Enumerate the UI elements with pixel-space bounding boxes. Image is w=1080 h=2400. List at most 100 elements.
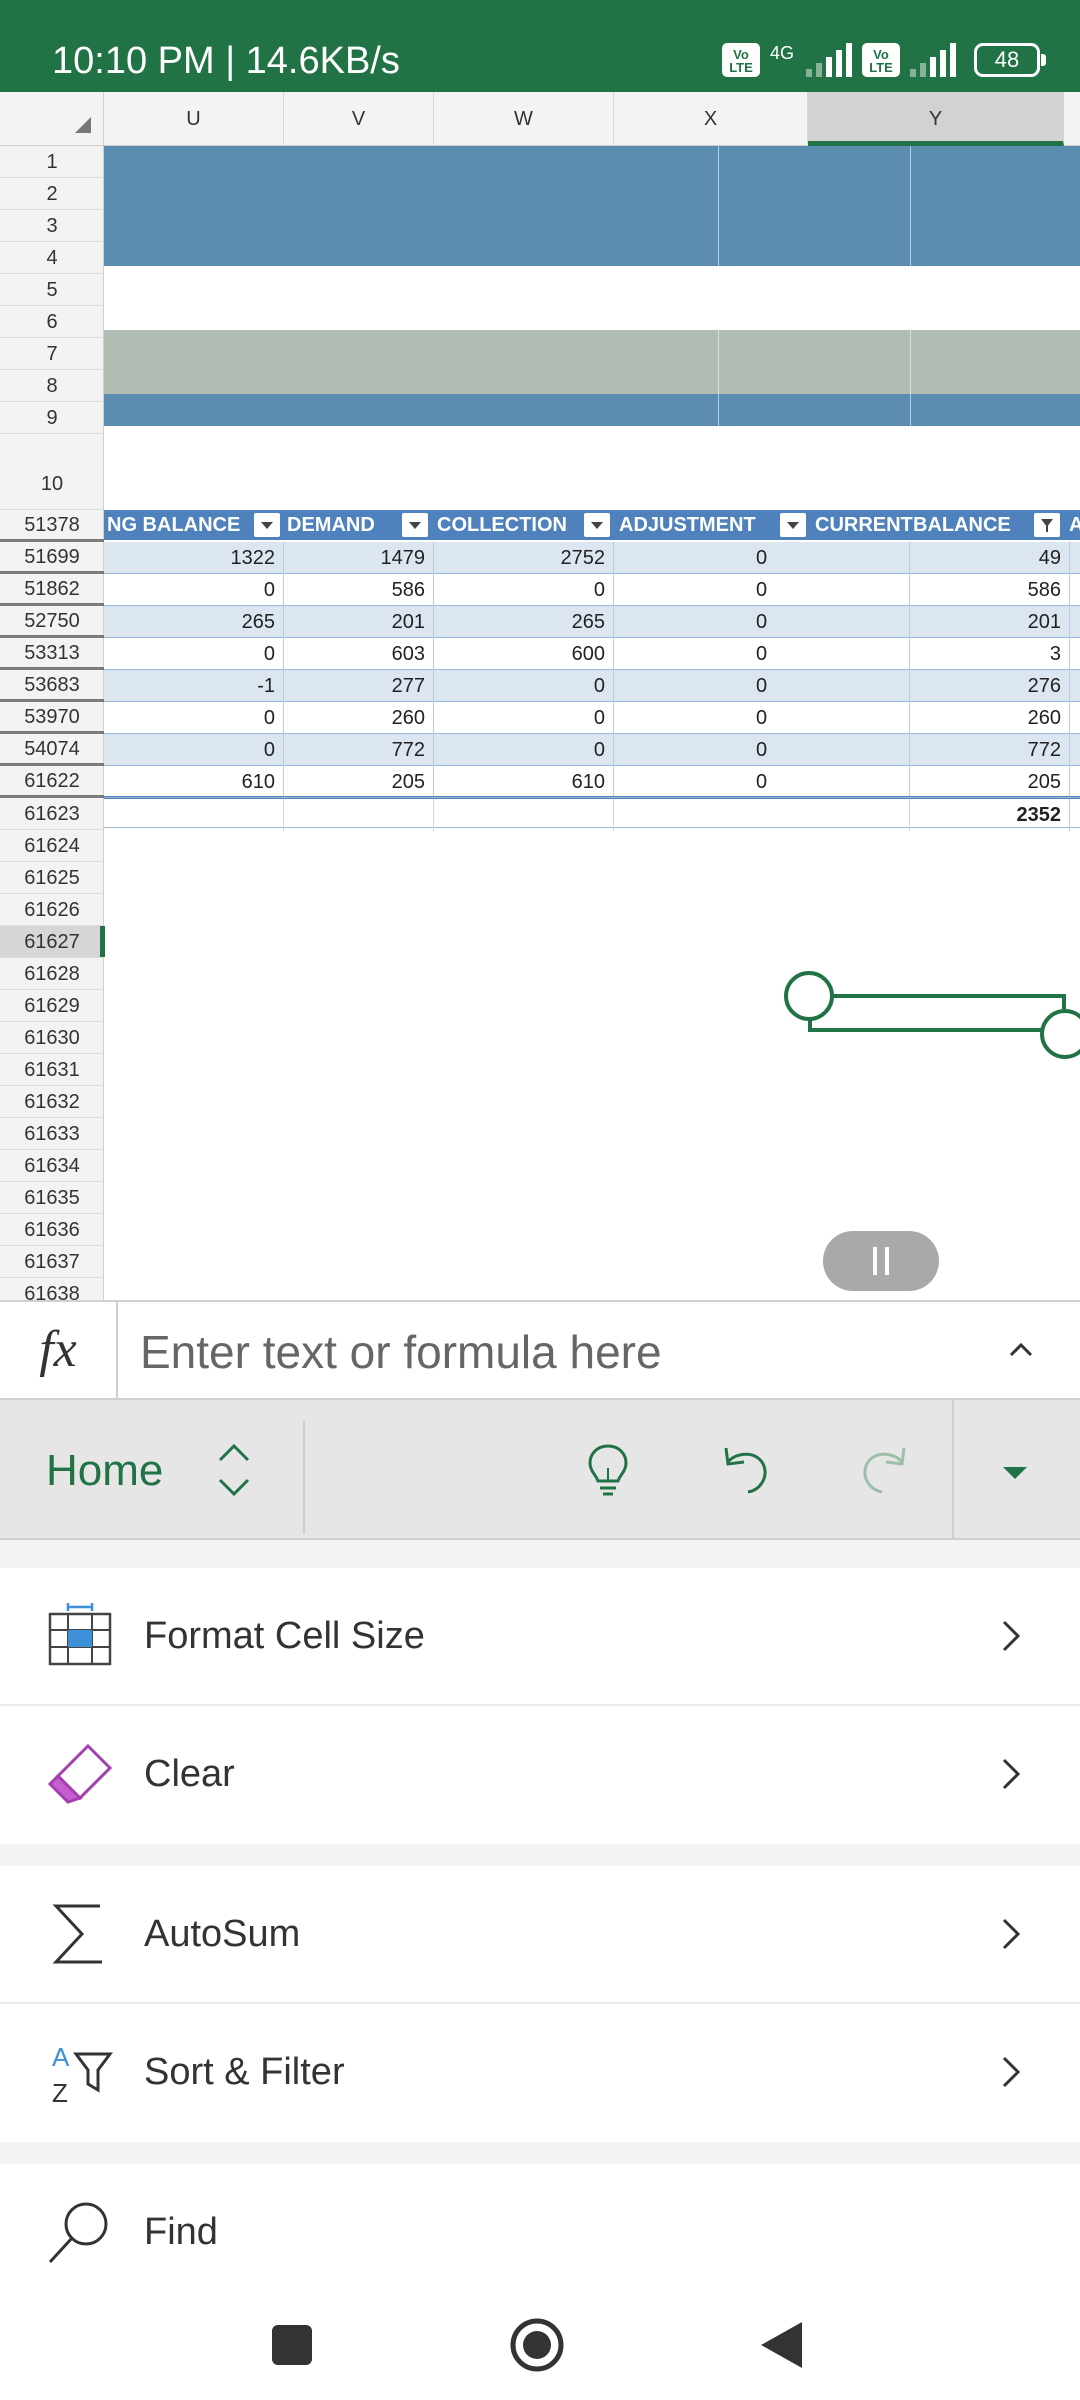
table-cell[interactable]: 0 [434, 574, 614, 606]
row-header[interactable]: 61625 [0, 862, 104, 894]
row-header[interactable]: 61623 [0, 798, 104, 830]
redo-icon[interactable] [852, 1438, 916, 1502]
row-header[interactable]: 51862 [0, 574, 104, 606]
row-header[interactable]: 61622 [0, 766, 104, 798]
table-total-row[interactable]: 2352 [104, 796, 1080, 831]
undo-icon[interactable] [714, 1438, 778, 1502]
table-cell[interactable]: 1479 [284, 542, 434, 574]
home-button[interactable] [502, 2310, 572, 2380]
row-header[interactable]: 61632 [0, 1086, 104, 1118]
row-header[interactable]: 9 [0, 402, 104, 434]
total-value-cell[interactable]: 2352 [910, 799, 1070, 831]
table-row[interactable]: 0 603 600 0 3 [104, 638, 1080, 670]
table-cell[interactable]: 1322 [104, 542, 284, 574]
cell-area[interactable]: NG BALANCE DEMAND COLLECTION ADJUSTMENT … [104, 146, 1080, 1300]
table-cell[interactable]: 0 [614, 638, 910, 670]
table-row[interactable]: 1322 1479 2752 0 49 [104, 542, 1080, 574]
table-cell[interactable]: 205 [910, 766, 1070, 798]
chevron-up-icon[interactable] [1005, 1334, 1037, 1366]
table-cell[interactable]: 610 [434, 766, 614, 798]
table-cell[interactable]: 0 [104, 702, 284, 734]
table-cell[interactable]: 3 [910, 638, 1070, 670]
row-header[interactable]: 51378 [0, 510, 104, 542]
row-header[interactable]: 10 [0, 434, 104, 510]
row-header[interactable]: 7 [0, 338, 104, 370]
row-header[interactable]: 61636 [0, 1214, 104, 1246]
table-cell[interactable]: 0 [614, 766, 910, 798]
row-header[interactable]: 52750 [0, 606, 104, 638]
column-header-y[interactable]: Y [808, 92, 1064, 146]
table-cell[interactable] [284, 799, 434, 831]
table-cell[interactable]: 0 [104, 734, 284, 766]
column-header-u[interactable]: U [104, 92, 284, 146]
row-header[interactable]: 2 [0, 178, 104, 210]
table-cell[interactable]: 205 [284, 766, 434, 798]
row-header[interactable]: 61624 [0, 830, 104, 862]
row-header[interactable]: 61634 [0, 1150, 104, 1182]
table-cell[interactable]: -1 [104, 670, 284, 702]
row-header[interactable]: 61635 [0, 1182, 104, 1214]
table-row[interactable]: 265 201 265 0 201 [104, 606, 1080, 638]
table-cell[interactable]: 610 [104, 766, 284, 798]
table-cell[interactable]: 265 [434, 606, 614, 638]
table-cell[interactable]: 201 [910, 606, 1070, 638]
row-header[interactable]: 61633 [0, 1118, 104, 1150]
column-header-v[interactable]: V [284, 92, 434, 146]
table-cell[interactable]: 201 [284, 606, 434, 638]
column-header-w[interactable]: W [434, 92, 614, 146]
filter-dropdown-button[interactable] [584, 513, 610, 537]
table-cell[interactable]: 772 [284, 734, 434, 766]
row-header[interactable]: 53970 [0, 702, 104, 734]
lightbulb-icon[interactable] [576, 1438, 640, 1502]
table-cell[interactable]: 0 [614, 734, 910, 766]
row-header[interactable]: 1 [0, 146, 104, 178]
table-cell[interactable] [104, 799, 284, 831]
menu-item-clear[interactable]: Clear [0, 1706, 1080, 1842]
table-cell[interactable]: 265 [104, 606, 284, 638]
table-cell[interactable] [614, 799, 910, 831]
table-cell[interactable]: 49 [910, 542, 1070, 574]
table-cell[interactable] [434, 799, 614, 831]
scroll-handle[interactable] [823, 1231, 939, 1291]
spreadsheet-grid[interactable]: U V W X Y 1 2 3 4 5 6 7 8 9 10 51378 516… [0, 92, 1080, 1300]
filter-dropdown-button[interactable] [780, 513, 806, 537]
table-row[interactable]: 0 260 0 0 260 [104, 702, 1080, 734]
back-button[interactable] [747, 2310, 817, 2380]
table-cell[interactable]: 2752 [434, 542, 614, 574]
fx-icon[interactable]: fx [0, 1302, 118, 1400]
table-cell[interactable]: 260 [284, 702, 434, 734]
tab-switcher-icon[interactable] [212, 1438, 256, 1502]
row-header[interactable]: 5 [0, 274, 104, 306]
table-cell[interactable]: 586 [284, 574, 434, 606]
table-cell[interactable]: 0 [614, 702, 910, 734]
formula-input[interactable] [140, 1322, 940, 1382]
ribbon-tab-home[interactable]: Home [46, 1436, 163, 1506]
row-header[interactable]: 54074 [0, 734, 104, 766]
row-header[interactable]: 61626 [0, 894, 104, 926]
filter-active-button[interactable] [1034, 513, 1060, 537]
row-header[interactable]: 53313 [0, 638, 104, 670]
active-cell-selection[interactable] [808, 994, 1066, 1032]
row-header[interactable]: 4 [0, 242, 104, 274]
table-row[interactable]: 610 205 610 0 205 [104, 766, 1080, 798]
row-header[interactable]: 53683 [0, 670, 104, 702]
row-header[interactable]: 61631 [0, 1054, 104, 1086]
table-cell[interactable]: 586 [910, 574, 1070, 606]
table-cell[interactable]: 0 [104, 638, 284, 670]
table-cell[interactable]: 603 [284, 638, 434, 670]
table-cell[interactable]: 0 [614, 542, 910, 574]
table-cell[interactable]: 0 [434, 734, 614, 766]
table-cell[interactable]: 260 [910, 702, 1070, 734]
column-header-x[interactable]: X [614, 92, 808, 146]
row-header[interactable]: 3 [0, 210, 104, 242]
row-header[interactable]: 61637 [0, 1246, 104, 1278]
table-row[interactable]: -1 277 0 0 276 [104, 670, 1080, 702]
table-cell[interactable]: 0 [614, 574, 910, 606]
row-header[interactable]: 51699 [0, 542, 104, 574]
recents-button[interactable] [257, 2310, 327, 2380]
table-cell[interactable]: 0 [434, 670, 614, 702]
table-row[interactable]: 0 586 0 0 586 [104, 574, 1080, 606]
table-cell[interactable]: 0 [614, 670, 910, 702]
table-cell[interactable]: 277 [284, 670, 434, 702]
row-header[interactable]: 61629 [0, 990, 104, 1022]
